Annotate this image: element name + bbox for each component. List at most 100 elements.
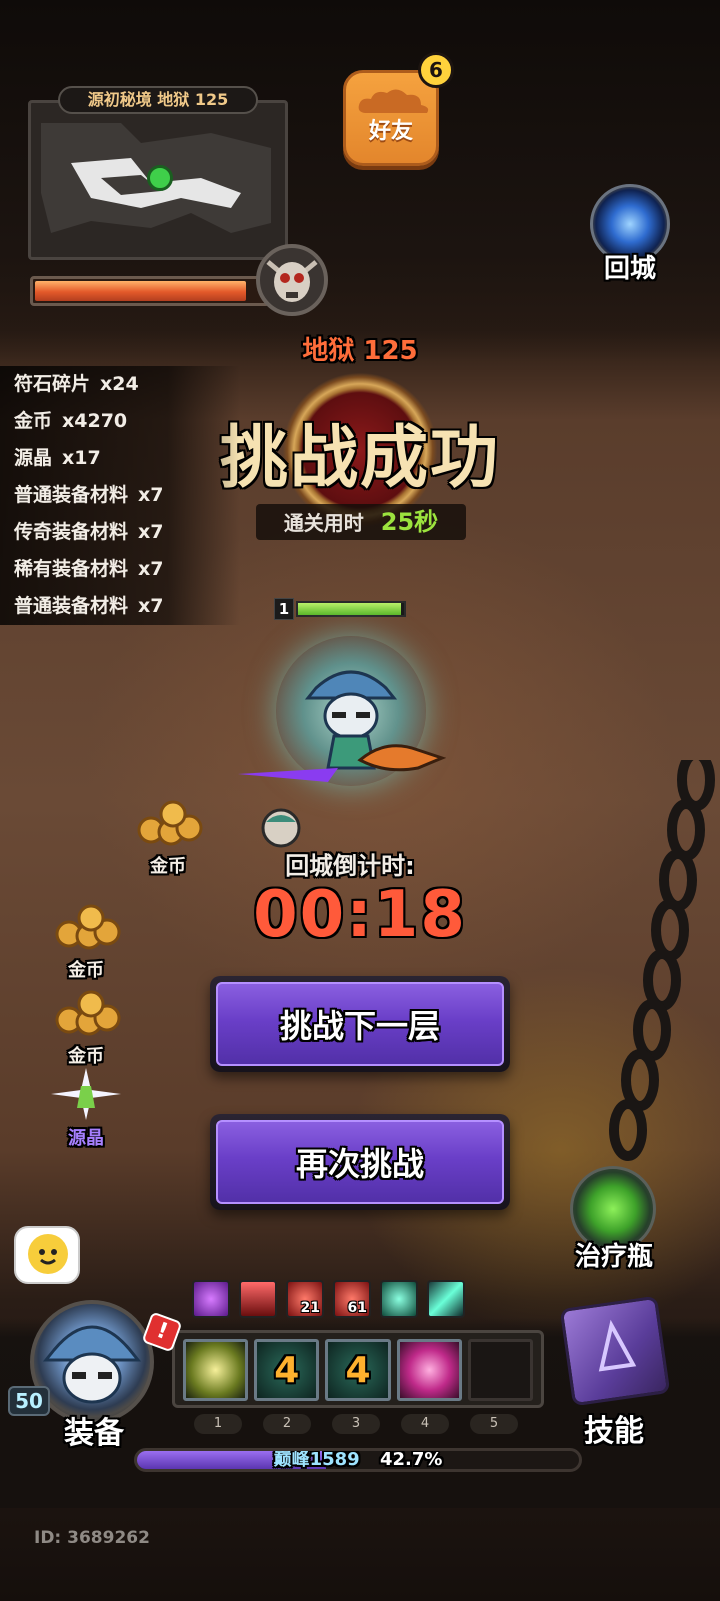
skill-slot-text: 4 bbox=[274, 1349, 300, 1391]
red-orb-icon: 61 bbox=[333, 1280, 371, 1318]
loot-count: x4270 bbox=[62, 410, 128, 432]
player-id: ID: 3689262 bbox=[34, 1528, 150, 1548]
hero-hp-bar bbox=[296, 601, 406, 617]
clear-time-value: 25秒 bbox=[380, 508, 439, 536]
red-orb-icon: 21 bbox=[286, 1280, 324, 1318]
challenge-next-floor-button[interactable]: 挑战下一层 bbox=[210, 976, 510, 1072]
slot-number: 4 bbox=[401, 1414, 449, 1434]
loot-name: 传奇装备材料 bbox=[14, 521, 129, 543]
loot-name: 符石碎片 bbox=[14, 373, 91, 395]
skill-label[interactable]: 技能 bbox=[566, 1406, 662, 1450]
boss-skull-icon bbox=[256, 244, 328, 316]
rune-four-icon[interactable]: 4 bbox=[325, 1339, 391, 1401]
hero-hp-fill bbox=[298, 603, 401, 615]
companion-helmet-icon bbox=[261, 808, 301, 848]
loot-item: 源晶 x17 bbox=[0, 440, 240, 477]
friends-label: 好友 bbox=[368, 119, 413, 144]
minimap-title: 源初秘境 地狱 125 bbox=[58, 86, 258, 114]
teal-shard-icon bbox=[427, 1280, 465, 1318]
floor-title: 地狱 125 bbox=[302, 336, 418, 366]
slot-number: 2 bbox=[263, 1414, 311, 1434]
purple-vortex-icon bbox=[192, 1280, 230, 1318]
gold-coin-icon bbox=[55, 904, 121, 950]
peak-label: 巅峰 bbox=[273, 1449, 310, 1470]
game-scene: 源初秘境 地狱 125 好友 6 回城 地狱 125 挑战成功 通关用时 25秒… bbox=[0, 0, 720, 1601]
gold-drop[interactable]: 金币 bbox=[128, 800, 208, 878]
sword-slash-icon bbox=[238, 768, 338, 782]
equipment-label[interactable]: 装备 bbox=[54, 1408, 134, 1452]
loot-item: 符石碎片 x24 bbox=[0, 366, 240, 403]
buff-row: 21 61 bbox=[192, 1280, 465, 1318]
pink-sword-icon[interactable] bbox=[396, 1339, 462, 1401]
loot-item: 普通装备材料 x7 bbox=[0, 588, 240, 625]
gold-coin-icon bbox=[55, 990, 121, 1036]
loot-name: 普通装备材料 bbox=[14, 484, 129, 506]
empty-slot-icon[interactable] bbox=[467, 1339, 534, 1401]
crystal-sparkle-icon bbox=[51, 1068, 121, 1120]
loot-name: 源晶 bbox=[14, 447, 53, 469]
loot-name: 稀有装备材料 bbox=[14, 558, 129, 580]
friends-notification-badge: 6 bbox=[418, 52, 454, 88]
gold-drop-label: 金币 bbox=[68, 1046, 104, 1067]
crystal-drop[interactable]: 源晶 bbox=[46, 1068, 126, 1150]
slot-number: 1 bbox=[194, 1414, 242, 1434]
gold-drop[interactable]: 金币 bbox=[46, 990, 126, 1068]
clear-time-label: 通关用时 bbox=[283, 511, 364, 535]
retry-challenge-button[interactable]: 再次挑战 bbox=[210, 1114, 510, 1210]
teal-swirl-icon bbox=[380, 1280, 418, 1318]
peak-value: 1589 bbox=[309, 1449, 360, 1470]
heal-potion-label[interactable]: 治疗瓶 bbox=[552, 1236, 676, 1273]
gold-drop-label: 金币 bbox=[150, 856, 186, 877]
gold-drop[interactable]: 金币 bbox=[46, 904, 126, 982]
loot-count: x24 bbox=[100, 373, 139, 395]
boss-hp-bar bbox=[30, 276, 270, 306]
loot-count: x7 bbox=[138, 484, 164, 506]
minimap-map bbox=[28, 100, 288, 260]
player-position-marker bbox=[147, 165, 173, 191]
hero-level: 1 bbox=[274, 598, 294, 620]
skill-bar: 4 4 bbox=[172, 1330, 544, 1408]
panda-avatar-icon bbox=[42, 1325, 142, 1404]
countdown-label: 回城倒计时: bbox=[285, 852, 415, 880]
player-level-badge: 50 bbox=[8, 1386, 50, 1416]
skill-slot-numbers: 1 2 3 4 5 bbox=[186, 1414, 526, 1434]
loot-item: 稀有装备材料 x7 bbox=[0, 551, 240, 588]
cat-face-icon bbox=[28, 1234, 68, 1274]
red-pillar-icon bbox=[239, 1280, 277, 1318]
loot-name: 金币 bbox=[14, 410, 53, 432]
retry-challenge-label: 再次挑战 bbox=[216, 1120, 504, 1204]
rune-four-icon[interactable]: 4 bbox=[254, 1339, 320, 1401]
wind-blade-icon[interactable] bbox=[183, 1339, 249, 1401]
challenge-next-floor-label: 挑战下一层 bbox=[216, 982, 504, 1066]
clear-time: 通关用时 25秒 bbox=[256, 504, 466, 540]
loot-count: x17 bbox=[62, 447, 101, 469]
experience-bar: 巅峰1589 42.7% bbox=[134, 1448, 582, 1472]
skill-book-icon[interactable] bbox=[559, 1295, 671, 1407]
crystal-drop-label: 源晶 bbox=[68, 1128, 104, 1149]
chain-decoration bbox=[609, 760, 715, 1161]
slot-number: 5 bbox=[470, 1414, 518, 1434]
slot-number: 3 bbox=[332, 1414, 380, 1434]
gold-drop-label: 金币 bbox=[68, 960, 104, 981]
loot-count: x7 bbox=[138, 558, 164, 580]
experience-percent: 42.7% bbox=[379, 1449, 443, 1470]
hero-health: 1 bbox=[274, 598, 408, 620]
countdown-timer: 00:18 bbox=[253, 878, 467, 952]
fox-pet-icon bbox=[357, 744, 446, 772]
buff-count: 61 bbox=[347, 1300, 367, 1316]
loot-item: 普通装备材料 x7 bbox=[0, 477, 240, 514]
loot-list: 符石碎片 x24 金币 x4270 源晶 x17 普通装备材料 x7 传奇装备材料 x7 … bbox=[0, 366, 240, 625]
loot-count: x7 bbox=[138, 521, 164, 543]
loot-item: 传奇装备材料 x7 bbox=[0, 514, 240, 551]
experience-text: 巅峰1589 42.7% bbox=[137, 1451, 579, 1469]
gold-coin-icon bbox=[137, 800, 203, 846]
return-city-label[interactable]: 回城 bbox=[578, 248, 682, 285]
boss-hp-fill bbox=[35, 281, 247, 301]
loot-name: 普通装备材料 bbox=[14, 595, 129, 617]
loot-item: 金币 x4270 bbox=[0, 403, 240, 440]
buff-count: 21 bbox=[300, 1300, 320, 1316]
chat-button[interactable] bbox=[14, 1226, 80, 1284]
skill-slot-text: 4 bbox=[345, 1349, 371, 1391]
minimap[interactable]: 源初秘境 地狱 125 bbox=[20, 86, 328, 316]
loot-count: x7 bbox=[138, 595, 164, 617]
